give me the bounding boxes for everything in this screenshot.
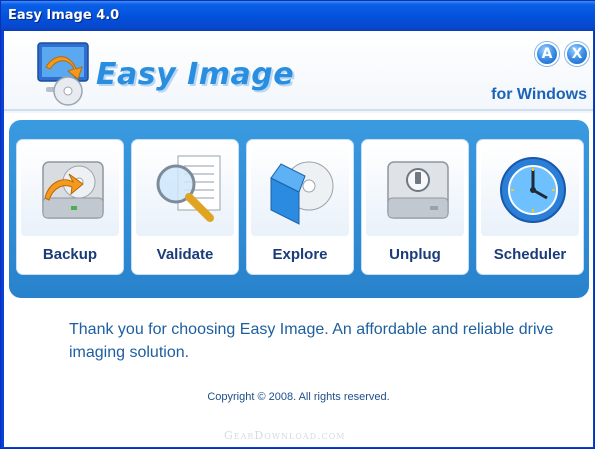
header: Easy Image A X for Windows	[4, 31, 593, 113]
app-window: Easy Image 4.0 Easy Image A X for Window…	[0, 0, 595, 449]
copyright-text: Copyright © 2008. All rights reserved.	[207, 391, 390, 403]
scheduler-button[interactable]: Scheduler	[476, 139, 584, 275]
app-name: Easy Image	[96, 57, 295, 92]
validate-label: Validate	[156, 246, 214, 263]
close-button[interactable]: X	[565, 42, 589, 66]
scheduler-label: Scheduler	[493, 246, 567, 263]
explore-label: Explore	[272, 246, 328, 263]
app-logo-icon	[37, 42, 89, 106]
magnifier-document-icon	[156, 155, 221, 222]
header-divider	[4, 109, 593, 111]
window-title: Easy Image 4.0	[8, 8, 120, 23]
clock-icon	[500, 157, 566, 223]
folder-disc-icon	[270, 161, 334, 225]
watermark-text: GearDownload.com	[224, 429, 346, 442]
about-button[interactable]: A	[535, 42, 559, 66]
unplug-label: Unplug	[389, 246, 441, 263]
title-bar[interactable]: Easy Image 4.0	[1, 1, 595, 31]
action-panel: Backup Validate Explore Unplug Scheduler	[9, 120, 589, 298]
backup-drive-icon	[42, 161, 104, 219]
backup-label: Backup	[42, 246, 98, 263]
explore-button[interactable]: Explore	[246, 139, 354, 275]
unplug-button[interactable]: Unplug	[361, 139, 469, 275]
drive-power-icon	[387, 161, 449, 219]
platform-label: for Windows	[491, 86, 587, 103]
main-content: Easy Image A X for Windows Backup Valida…	[4, 31, 593, 447]
welcome-message: Thank you for choosing Easy Image. An af…	[69, 321, 554, 361]
backup-button[interactable]: Backup	[16, 139, 124, 275]
validate-button[interactable]: Validate	[131, 139, 239, 275]
